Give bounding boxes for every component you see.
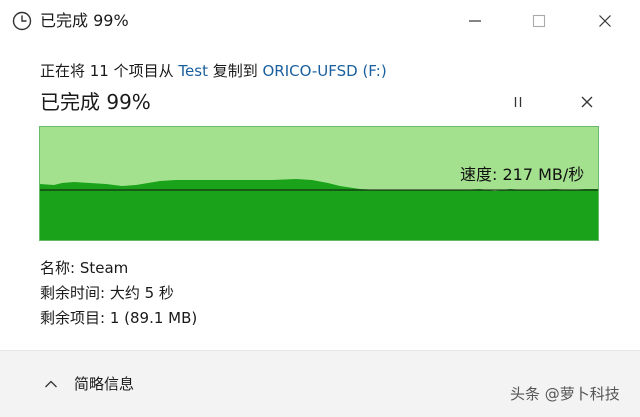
progress-heading: 已完成 99% — [40, 90, 151, 114]
clock-icon — [12, 11, 32, 31]
time-remaining-row: 剩余时间: 大约 5 秒 — [40, 282, 174, 304]
window-title: 已完成 99% — [40, 11, 129, 30]
speed-label: 速度: 217 MB/秒 — [460, 165, 585, 184]
cancel-copy-icon[interactable] — [577, 92, 597, 112]
watermark-text: 头条 @萝卜科技 — [510, 385, 620, 403]
time-label: 剩余时间: — [40, 284, 106, 302]
source-folder-link[interactable]: Test — [178, 62, 208, 80]
close-icon[interactable] — [596, 12, 614, 30]
destination-drive-link[interactable]: ORICO-UFSD (F:) — [263, 62, 387, 80]
fewer-details-label: 简略信息 — [74, 374, 135, 393]
items-value: 1 (89.1 MB) — [109, 309, 198, 327]
pause-icon[interactable] — [508, 92, 528, 112]
title-bar: 已完成 99% — [0, 0, 640, 42]
speed-area — [40, 179, 598, 240]
maximize-icon[interactable] — [530, 12, 548, 30]
minimize-icon[interactable] — [466, 12, 484, 30]
item-name-row: 名称: Steam — [40, 257, 128, 279]
time-value: 大约 5 秒 — [109, 284, 174, 302]
items-remaining-row: 剩余项目: 1 (89.1 MB) — [40, 307, 197, 329]
footer: 简略信息 头条 @萝卜科技 — [0, 351, 640, 417]
items-label: 剩余项目: — [40, 309, 106, 327]
transfer-description: 正在将 11 个项目从 Test 复制到 ORICO-UFSD (F:) — [40, 60, 387, 82]
transfer-prefix: 正在将 11 个项目从 — [40, 62, 179, 80]
name-value: Steam — [79, 259, 129, 277]
name-label: 名称: — [40, 259, 76, 277]
fewer-details-button[interactable]: 简略信息 — [44, 371, 134, 395]
chevron-up-icon — [44, 374, 58, 393]
transfer-middle: 复制到 — [207, 62, 263, 80]
